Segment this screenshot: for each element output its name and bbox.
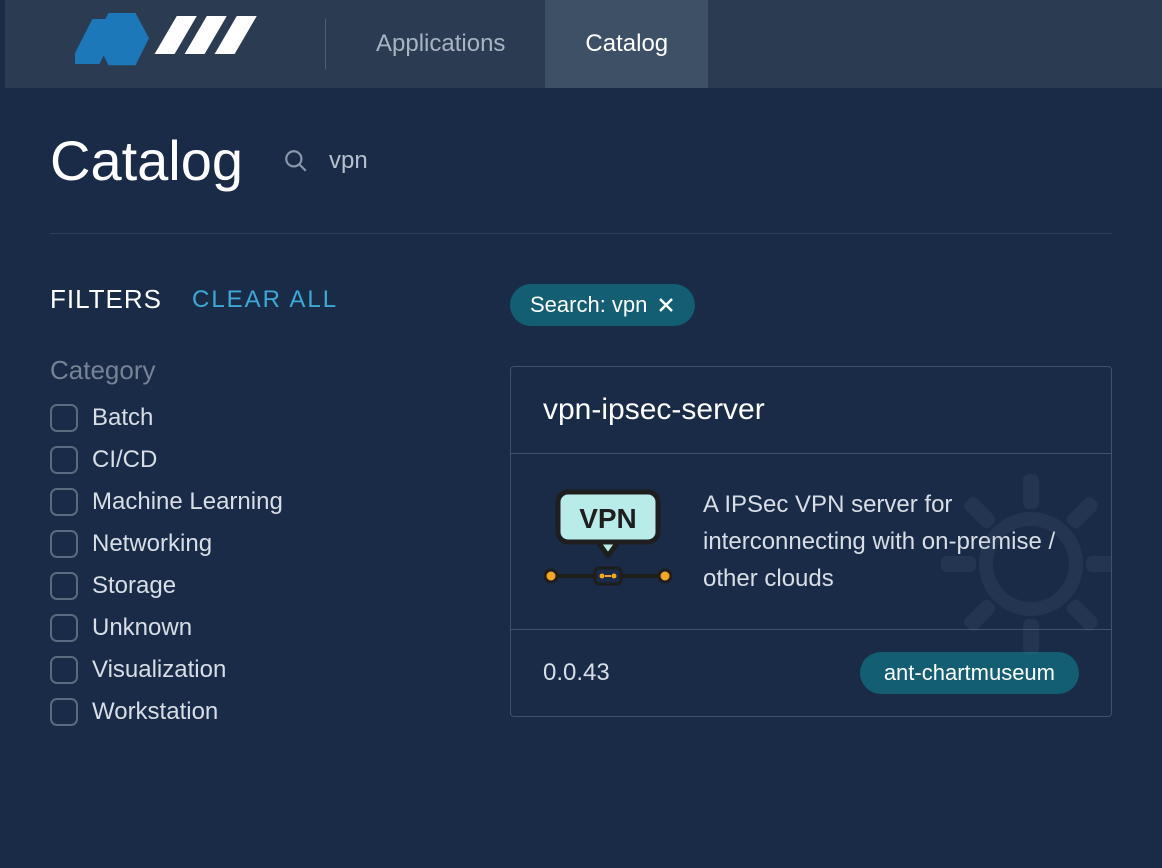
checkbox[interactable] bbox=[50, 698, 78, 726]
filters-panel: FILTERS CLEAR ALL Category Batch CI/CD M… bbox=[50, 284, 460, 726]
filters-title: FILTERS bbox=[50, 284, 162, 315]
checkbox[interactable] bbox=[50, 656, 78, 684]
filter-item-networking[interactable]: Networking bbox=[50, 530, 460, 558]
card-header: vpn-ipsec-server bbox=[511, 367, 1111, 454]
search-chip: Search: vpn bbox=[510, 284, 695, 326]
search-area bbox=[283, 147, 629, 175]
filter-item-cicd[interactable]: CI/CD bbox=[50, 446, 460, 474]
checkbox[interactable] bbox=[50, 488, 78, 516]
filter-item-visualization[interactable]: Visualization bbox=[50, 656, 460, 684]
page-title: Catalog bbox=[50, 128, 243, 193]
filter-label: Visualization bbox=[92, 656, 226, 684]
filter-label: Workstation bbox=[92, 698, 218, 726]
filter-list: Batch CI/CD Machine Learning Networking … bbox=[50, 404, 460, 726]
card-title: vpn-ipsec-server bbox=[543, 393, 1079, 427]
repo-badge: ant-chartmuseum bbox=[860, 652, 1079, 694]
category-heading: Category bbox=[50, 355, 460, 386]
nav-tabs: Applications Catalog bbox=[336, 0, 708, 88]
chip-label: Search: vpn bbox=[530, 292, 647, 318]
card-description: A IPSec VPN server for interconnecting w… bbox=[703, 486, 1079, 598]
nav-divider bbox=[325, 19, 326, 69]
filter-label: Networking bbox=[92, 530, 212, 558]
logo-icon bbox=[75, 9, 275, 79]
filter-label: CI/CD bbox=[92, 446, 157, 474]
logo bbox=[75, 9, 325, 79]
version-text: 0.0.43 bbox=[543, 659, 610, 687]
card-footer: 0.0.43 ant-chartmuseum bbox=[511, 630, 1111, 716]
card-body: VPN A IPSec VPN server for interconnecti… bbox=[511, 454, 1111, 630]
search-icon bbox=[283, 148, 309, 174]
filter-item-workstation[interactable]: Workstation bbox=[50, 698, 460, 726]
checkbox[interactable] bbox=[50, 614, 78, 642]
svg-text:VPN: VPN bbox=[579, 503, 637, 534]
clear-all-button[interactable]: CLEAR ALL bbox=[192, 286, 338, 314]
filter-label: Batch bbox=[92, 404, 153, 432]
search-input[interactable] bbox=[329, 147, 629, 175]
filter-label: Storage bbox=[92, 572, 176, 600]
tab-applications[interactable]: Applications bbox=[336, 0, 545, 88]
page-header: Catalog bbox=[50, 128, 1112, 234]
filter-label: Unknown bbox=[92, 614, 192, 642]
checkbox[interactable] bbox=[50, 446, 78, 474]
filter-item-storage[interactable]: Storage bbox=[50, 572, 460, 600]
results-panel: Search: vpn vpn-ipsec-server bbox=[510, 284, 1112, 726]
tab-catalog[interactable]: Catalog bbox=[545, 0, 708, 88]
result-card[interactable]: vpn-ipsec-server bbox=[510, 366, 1112, 717]
filter-item-unknown[interactable]: Unknown bbox=[50, 614, 460, 642]
close-icon[interactable] bbox=[657, 296, 675, 314]
filter-item-ml[interactable]: Machine Learning bbox=[50, 488, 460, 516]
checkbox[interactable] bbox=[50, 572, 78, 600]
filter-item-batch[interactable]: Batch bbox=[50, 404, 460, 432]
checkbox[interactable] bbox=[50, 404, 78, 432]
vpn-icon: VPN bbox=[543, 484, 673, 599]
top-nav-bar: Applications Catalog bbox=[0, 0, 1162, 88]
checkbox[interactable] bbox=[50, 530, 78, 558]
filter-label: Machine Learning bbox=[92, 488, 283, 516]
